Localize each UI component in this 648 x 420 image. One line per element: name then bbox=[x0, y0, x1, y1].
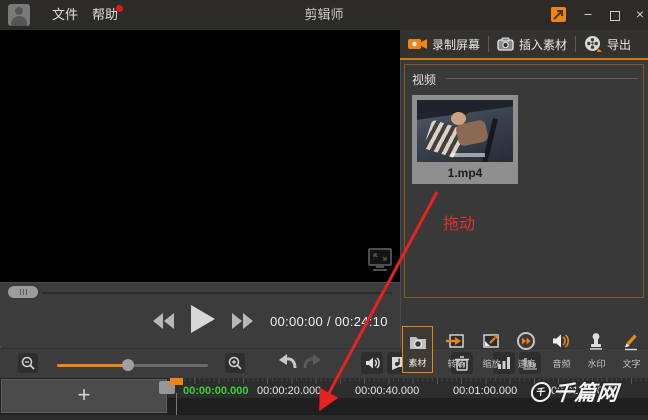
watermark-text: 千篇网 bbox=[551, 377, 620, 407]
speed-circle-icon bbox=[516, 331, 536, 356]
tab-watermark-label: 水印 bbox=[581, 357, 612, 370]
titlebar-badge-icon[interactable] bbox=[551, 7, 566, 22]
badge-arrow-icon bbox=[551, 7, 566, 22]
thumbnail-image bbox=[417, 100, 513, 162]
add-track-button[interactable]: + bbox=[1, 379, 167, 413]
insert-material-label: 插入素材 bbox=[519, 36, 567, 53]
tab-text-label: 文字 bbox=[616, 357, 647, 370]
close-button[interactable]: × bbox=[628, 0, 648, 30]
tab-scale[interactable]: 缩放 bbox=[476, 326, 507, 373]
playhead-flag[interactable] bbox=[170, 378, 183, 385]
export-button[interactable]: 导出 bbox=[576, 30, 639, 58]
maximize-icon bbox=[610, 11, 620, 21]
insert-camera-icon bbox=[497, 37, 514, 51]
ruler-label: 00:00:40.000 bbox=[355, 385, 419, 397]
redo-button[interactable] bbox=[303, 352, 323, 377]
zoom-out-button[interactable] bbox=[18, 353, 38, 373]
pencil-icon bbox=[621, 331, 641, 356]
playhead-line bbox=[176, 393, 177, 415]
user-avatar[interactable] bbox=[8, 4, 30, 26]
drag-annotation-label: 拖动 bbox=[443, 210, 475, 234]
video-section-label: 视频 bbox=[412, 71, 436, 88]
tab-transition-label: 转场 bbox=[441, 357, 472, 370]
transition-arrow-icon bbox=[446, 331, 466, 356]
play-button[interactable] bbox=[191, 305, 215, 338]
fit-screen-icon[interactable] bbox=[366, 246, 394, 277]
material-folder-icon bbox=[408, 332, 428, 357]
record-camera-icon bbox=[408, 37, 427, 51]
record-screen-button[interactable]: 录制屏幕 bbox=[400, 30, 488, 58]
video-thumbnail-1mp4[interactable]: 1.mp4 bbox=[412, 95, 518, 184]
tab-transition[interactable]: 转场 bbox=[441, 326, 472, 373]
tab-material[interactable]: 素材 bbox=[402, 326, 433, 373]
ruler-label: 00:01:00.000 bbox=[453, 385, 517, 397]
tab-audio-label: 音频 bbox=[546, 357, 577, 370]
menu-help[interactable]: 帮助 bbox=[92, 0, 118, 30]
tab-scale-label: 缩放 bbox=[476, 357, 507, 370]
video-preview bbox=[0, 30, 400, 282]
export-reel-icon bbox=[584, 35, 602, 53]
stamp-icon bbox=[586, 331, 606, 356]
tab-watermark[interactable]: 水印 bbox=[581, 326, 612, 373]
zoom-in-button[interactable] bbox=[225, 353, 245, 373]
timeline-bottom-strip bbox=[0, 415, 648, 420]
record-screen-label: 录制屏幕 bbox=[432, 36, 480, 53]
tab-material-label: 素材 bbox=[403, 356, 432, 369]
thumbnail-filename: 1.mp4 bbox=[412, 166, 518, 180]
maximize-button[interactable] bbox=[602, 0, 626, 30]
ruler-label-current: 00:00:00.000 bbox=[183, 385, 248, 397]
scale-arrows-icon bbox=[481, 331, 501, 356]
fast-forward-button[interactable] bbox=[231, 313, 253, 334]
seek-handle[interactable] bbox=[8, 286, 38, 298]
slider-fill bbox=[57, 364, 128, 367]
avatar-head-icon bbox=[15, 7, 23, 15]
avatar-body-icon bbox=[11, 16, 27, 26]
time-display: 00:00:00 / 00:24:10 bbox=[270, 314, 388, 329]
rewind-button[interactable] bbox=[153, 313, 175, 334]
export-label: 导出 bbox=[607, 36, 631, 53]
site-watermark: 千 千篇网 bbox=[529, 377, 620, 407]
slider-knob[interactable] bbox=[122, 359, 134, 371]
ruler-label: 00:00:20.000 bbox=[257, 385, 321, 397]
menu-file[interactable]: 文件 bbox=[52, 0, 78, 30]
tab-speed-label: 速度 bbox=[511, 357, 542, 370]
section-divider bbox=[446, 78, 638, 79]
tab-speed[interactable]: 速度 bbox=[511, 326, 542, 373]
insert-material-button[interactable]: 插入素材 bbox=[489, 30, 575, 58]
watermark-logo-icon: 千 bbox=[530, 382, 552, 402]
volume-button[interactable] bbox=[361, 352, 383, 374]
tab-audio[interactable]: 音频 bbox=[546, 326, 577, 373]
minimize-button[interactable]: − bbox=[576, 0, 600, 30]
tab-text[interactable]: 文字 bbox=[616, 326, 647, 373]
panel-actions: 录制屏幕 插入素材 导出 bbox=[400, 30, 648, 60]
timeline-zoom-slider[interactable] bbox=[57, 361, 208, 369]
app-window: 文件 帮助 剪辑师 − × 00:00:00 / 00:24:10 bbox=[0, 0, 648, 420]
help-notification-dot bbox=[116, 5, 123, 12]
undo-button[interactable] bbox=[277, 352, 297, 377]
audio-speaker-icon bbox=[551, 331, 571, 356]
seek-track[interactable] bbox=[42, 292, 392, 294]
